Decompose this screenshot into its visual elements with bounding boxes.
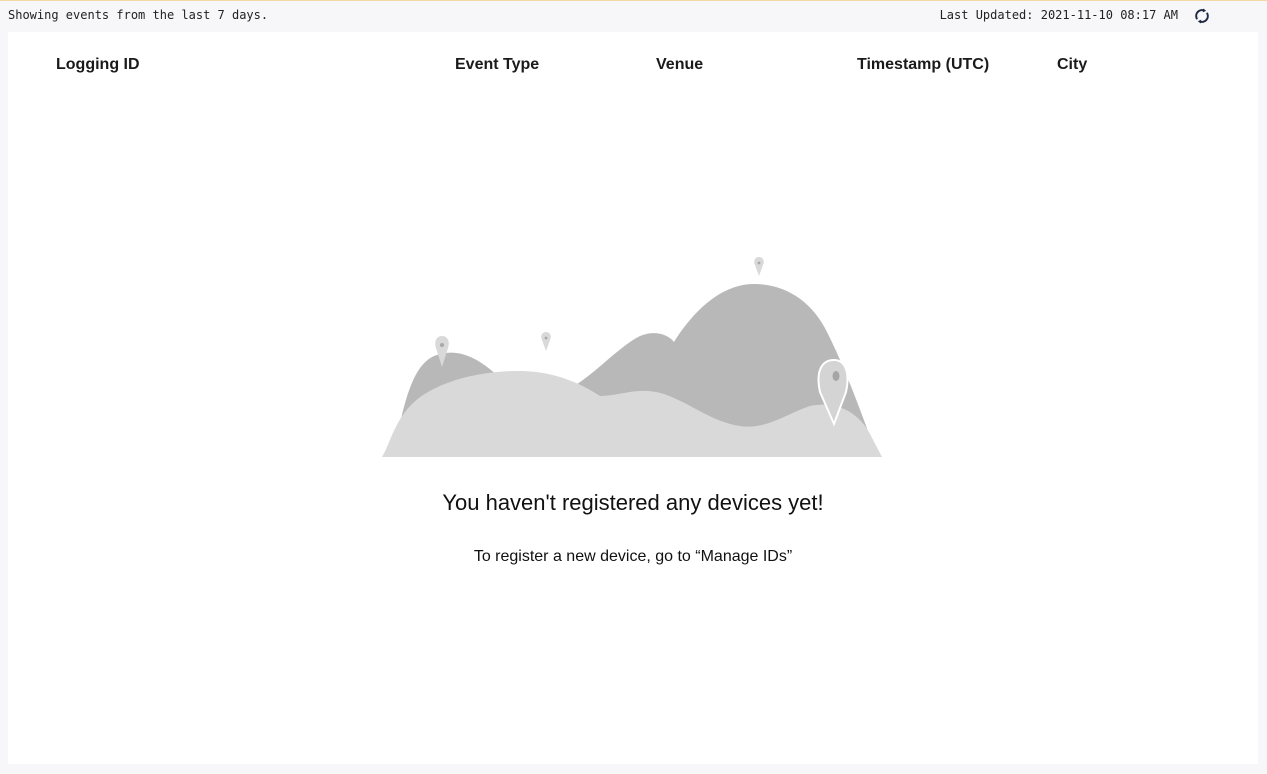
last-updated-text: Last Updated: 2021-11-10 08:17 AM (939, 8, 1178, 22)
refresh-button[interactable] (1191, 5, 1213, 27)
events-panel: Logging ID Event Type Venue Timestamp (U… (8, 32, 1258, 764)
refresh-icon (1195, 8, 1209, 24)
date-range-text: Showing events from the last 7 days. (8, 8, 269, 22)
empty-state: You haven't registered any devices yet! … (8, 32, 1258, 764)
empty-state-title: You haven't registered any devices yet! (442, 490, 824, 515)
empty-state-subtitle: To register a new device, go to “Manage … (473, 548, 793, 565)
status-bar: Showing events from the last 7 days. Las… (0, 1, 1267, 31)
mountains-with-location-pins-icon (382, 257, 882, 457)
